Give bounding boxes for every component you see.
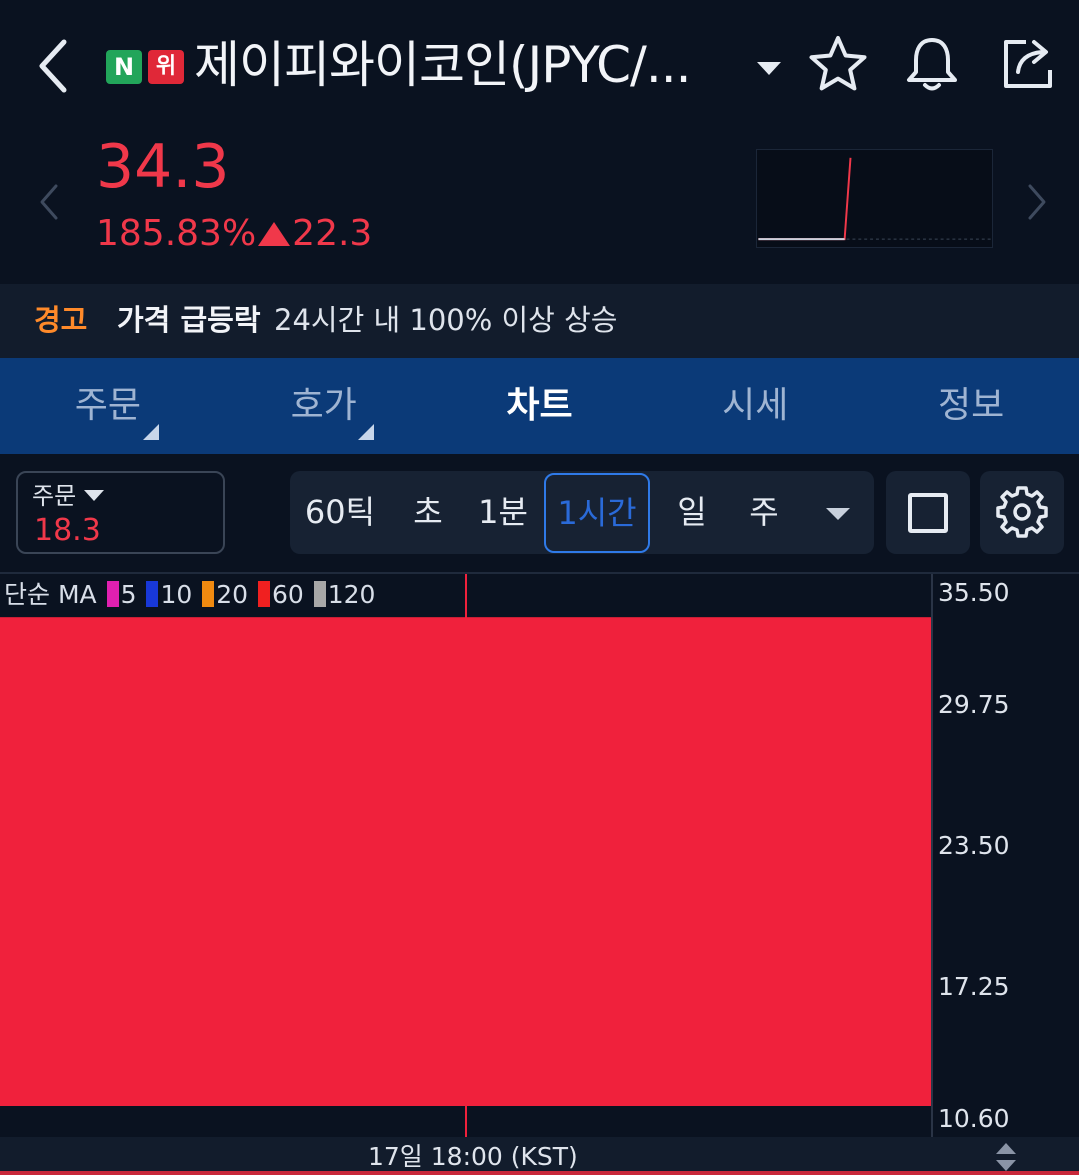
price-chart[interactable]: 단순 MA 5 10 20 60 120 35.50 29.75 23.50 1…	[0, 572, 1079, 1175]
fullscreen-button[interactable]	[886, 471, 970, 554]
warning-title: 가격 급등락	[117, 303, 261, 337]
y-tick-label: 35.50	[938, 578, 1010, 607]
legend-swatch-20	[202, 581, 215, 607]
tab-order[interactable]: 주문	[0, 358, 216, 454]
price-summary: 34.3 185.83% 22.3	[0, 130, 1079, 280]
legend-label-60: 60	[271, 580, 304, 609]
warning-banner[interactable]: 경고 가격 급등락 24시간 내 100% 이상 상승	[0, 284, 1079, 358]
up-triangle-icon	[258, 222, 291, 246]
period-1hour[interactable]: 1시간	[544, 473, 650, 553]
y-tick-label: 29.75	[938, 690, 1010, 719]
y-axis-divider	[931, 574, 933, 1137]
warning-text: 24시간 내 100% 이상 상승	[274, 303, 618, 337]
period-second[interactable]: 초	[400, 471, 456, 554]
tab-market-price[interactable]: 시세	[647, 358, 863, 454]
x-axis-time-label: 17일 18:00 (KST)	[368, 1142, 578, 1171]
chart-controls: 주문 18.3 60틱 초 1분 1시간 일 주	[0, 454, 1079, 572]
period-week[interactable]: 주	[736, 471, 792, 554]
order-label: 주문	[32, 482, 77, 510]
chevron-left-icon[interactable]	[34, 180, 64, 224]
tab-orderbook[interactable]: 호가	[216, 358, 432, 454]
period-1min[interactable]: 1분	[470, 471, 536, 554]
star-icon[interactable]	[806, 32, 870, 96]
tab-info[interactable]: 정보	[863, 358, 1079, 454]
warning-tag: 경고	[34, 303, 88, 337]
settings-gear-icon[interactable]	[980, 471, 1064, 554]
price-change: 185.83% 22.3	[96, 210, 372, 257]
order-price-selector[interactable]: 주문 18.3	[16, 471, 225, 554]
legend-swatch-120	[313, 581, 326, 607]
header-bar: N 위 제이피와이코인(JPYC/...	[0, 0, 1079, 130]
legend-label-5: 5	[120, 580, 137, 609]
candle-body[interactable]	[0, 617, 931, 1106]
main-tabs: 주문 호가 차트 시세 정보	[0, 358, 1079, 454]
back-arrow-icon[interactable]	[32, 36, 76, 96]
more-periods-icon[interactable]	[826, 508, 850, 520]
legend-label-120: 120	[327, 580, 376, 609]
current-price: 34.3	[96, 132, 230, 202]
share-icon[interactable]	[996, 32, 1060, 96]
up-down-arrows-icon[interactable]	[994, 1141, 1018, 1173]
chevron-right-icon[interactable]	[1022, 180, 1052, 224]
y-tick-label: 17.25	[938, 972, 1010, 1001]
caret-down-icon	[84, 490, 104, 501]
warning-badge: 위	[148, 50, 184, 84]
legend-swatch-60	[257, 581, 270, 607]
ma-legend: 단순 MA 5 10 20 60 120	[4, 578, 375, 611]
period-60tick[interactable]: 60틱	[300, 471, 380, 554]
change-amount: 22.3	[292, 213, 373, 254]
x-axis-bar: 17일 18:00 (KST)	[0, 1137, 1079, 1175]
change-percent: 185.83%	[96, 213, 257, 254]
bell-icon[interactable]	[900, 32, 964, 96]
chevron-down-icon[interactable]	[754, 56, 784, 80]
chart-canvas[interactable]	[0, 574, 931, 1137]
period-selector: 60틱 초 1분 1시간 일 주	[290, 471, 874, 554]
legend-label-20: 20	[216, 580, 249, 609]
period-day[interactable]: 일	[664, 471, 720, 554]
order-value: 18.3	[34, 513, 101, 548]
new-badge: N	[106, 50, 142, 84]
legend-swatch-5	[106, 581, 119, 607]
legend-label-10: 10	[160, 580, 193, 609]
coin-title[interactable]: 제이피와이코인(JPYC/...	[194, 34, 734, 96]
legend-swatch-10	[146, 581, 159, 607]
y-tick-label: 23.50	[938, 831, 1010, 860]
bottom-accent-line	[0, 1171, 1079, 1175]
square-icon	[908, 493, 948, 533]
legend-prefix: 단순 MA	[4, 580, 97, 609]
mini-price-chart[interactable]	[756, 149, 993, 248]
tab-chart[interactable]: 차트	[432, 358, 648, 454]
y-tick-label: 10.60	[938, 1104, 1010, 1133]
